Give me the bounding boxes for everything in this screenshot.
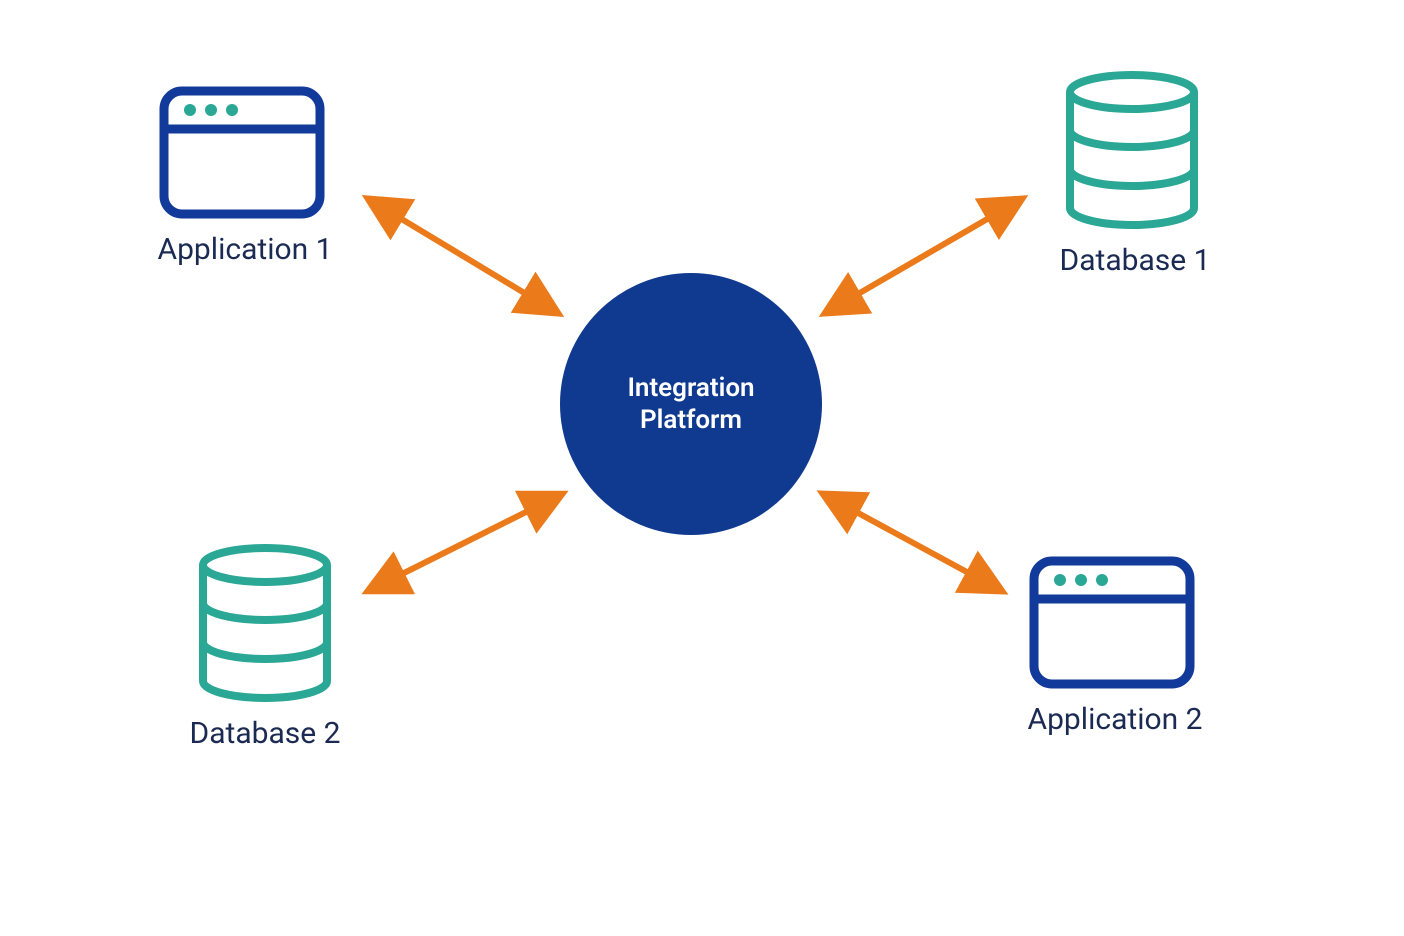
integration-platform-hub: Integration Platform bbox=[560, 273, 822, 535]
hub-title-line1: Integration bbox=[627, 373, 754, 403]
application-icon bbox=[158, 85, 326, 220]
arrow-db2-hub bbox=[370, 495, 560, 590]
hub-title-line2: Platform bbox=[640, 405, 742, 435]
arrow-db1-hub bbox=[827, 200, 1020, 312]
database-2-label: Database 2 bbox=[175, 716, 355, 751]
database-icon bbox=[1062, 70, 1202, 230]
database-icon bbox=[195, 543, 335, 703]
arrow-app2-hub bbox=[825, 495, 1000, 590]
node-database-1 bbox=[1062, 70, 1202, 230]
node-application-2 bbox=[1028, 555, 1196, 690]
database-1-label: Database 1 bbox=[1045, 243, 1225, 278]
node-database-2 bbox=[195, 543, 335, 703]
application-icon bbox=[1028, 555, 1196, 690]
arrow-app1-hub bbox=[370, 200, 556, 312]
node-application-1 bbox=[158, 85, 326, 220]
hub-title: Integration Platform bbox=[627, 372, 754, 437]
application-1-label: Application 1 bbox=[150, 232, 340, 267]
application-2-label: Application 2 bbox=[1015, 702, 1215, 737]
